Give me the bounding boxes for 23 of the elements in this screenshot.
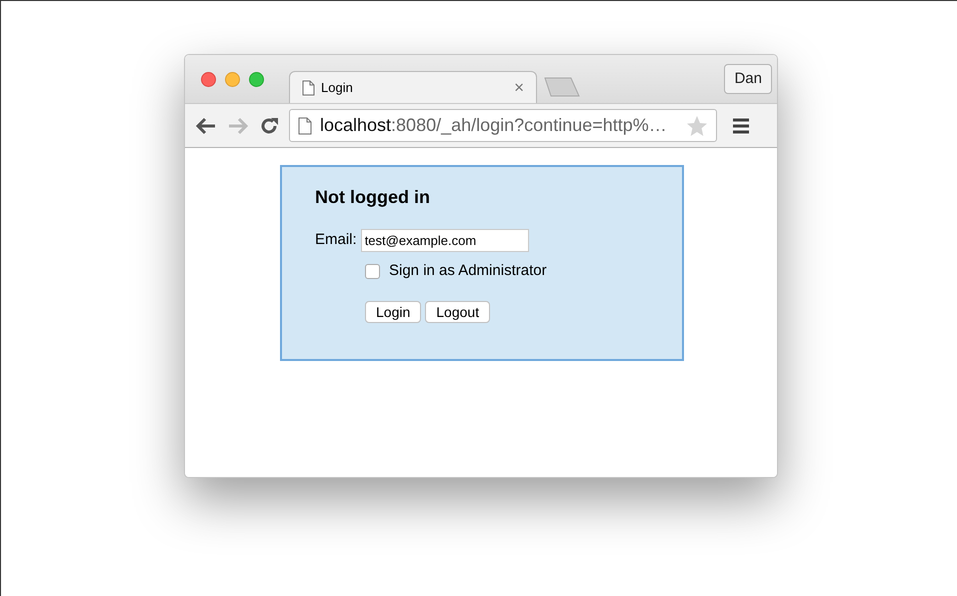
document-icon	[302, 80, 315, 96]
profile-button[interactable]: Dan	[724, 64, 772, 94]
menu-icon[interactable]	[733, 118, 749, 134]
url-text: localhost:8080/_ah/login?continue=http%…	[320, 114, 668, 137]
login-heading: Not logged in	[315, 186, 431, 209]
email-field[interactable]: test@example.com	[360, 229, 529, 252]
document-icon	[298, 116, 312, 134]
reload-icon[interactable]	[259, 116, 279, 136]
star-icon[interactable]	[686, 114, 708, 136]
tab-title: Login	[321, 78, 354, 97]
forward-arrow-icon[interactable]	[227, 116, 249, 134]
logout-button[interactable]: Logout	[425, 300, 490, 322]
address-bar[interactable]: localhost:8080/_ah/login?continue=http%…	[289, 109, 717, 142]
back-arrow-icon[interactable]	[195, 116, 217, 134]
login-button[interactable]: Login	[365, 300, 422, 322]
administrator-label: Sign in as Administrator	[389, 261, 547, 281]
minimize-window-icon[interactable]	[225, 72, 240, 87]
zoom-window-icon[interactable]	[249, 72, 264, 87]
administrator-checkbox[interactable]	[365, 264, 380, 279]
email-label: Email:	[315, 230, 357, 250]
browser-tab[interactable]: Login ×	[289, 71, 537, 103]
close-window-icon[interactable]	[201, 72, 216, 87]
tab-close-button[interactable]: ×	[514, 79, 524, 96]
